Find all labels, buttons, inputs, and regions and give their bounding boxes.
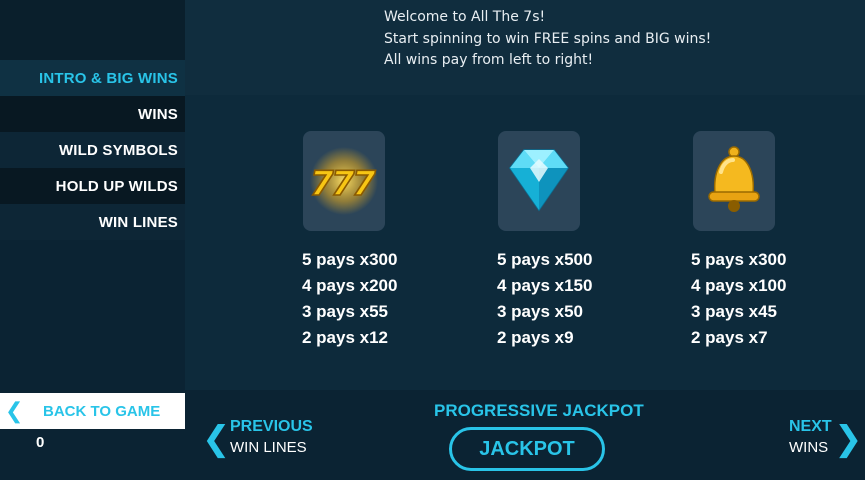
pays-line: 2 pays x7 (691, 328, 768, 347)
pays-line: 2 pays x9 (497, 328, 574, 347)
chevron-left-icon: ❮ (5, 398, 24, 423)
diamond-icon (509, 149, 569, 212)
symbol-tile-sevens: 7 7 7 (303, 131, 385, 231)
jackpot-button[interactable]: JACKPOT (449, 427, 605, 471)
previous-page-title[interactable]: PREVIOUS (230, 418, 313, 436)
pays-line: 4 pays x200 (302, 276, 398, 295)
sidebar-item-intro-big-wins[interactable]: INTRO & BIG WINS (0, 60, 185, 96)
pays-line: 3 pays x55 (302, 302, 389, 321)
pays-list-diamond: 5 pays x500 4 pays x150 3 pays x50 2 pay… (497, 247, 592, 351)
balance-value: 0 (36, 434, 45, 451)
sidebar-fill (0, 240, 185, 390)
svg-text:7: 7 (352, 164, 376, 204)
symbol-tile-diamond (498, 131, 580, 231)
pays-line: 5 pays x300 (691, 250, 787, 269)
pays-list-bell: 5 pays x300 4 pays x100 3 pays x45 2 pay… (691, 247, 786, 351)
next-chevron-icon[interactable]: ❯ (834, 419, 863, 459)
previous-chevron-icon[interactable]: ❮ (202, 419, 231, 459)
pays-line: 3 pays x50 (497, 302, 584, 321)
progressive-jackpot-title: PROGRESSIVE JACKPOT (434, 401, 644, 420)
intro-text-line-3: All wins pay from left to right! (384, 52, 594, 68)
pays-line: 5 pays x500 (497, 250, 593, 269)
sidebar-item-win-lines[interactable]: WIN LINES (0, 204, 185, 240)
next-page-title[interactable]: NEXT (789, 418, 832, 436)
pays-line: 5 pays x300 (302, 250, 398, 269)
back-to-game-button[interactable]: ❮ BACK TO GAME (0, 393, 185, 429)
triple-seven-icon: 7 7 7 (309, 147, 378, 215)
sidebar-item-hold-up-wilds[interactable]: HOLD UP WILDS (0, 168, 185, 204)
back-to-game-label: BACK TO GAME (43, 402, 161, 420)
symbol-tile-bell (693, 131, 775, 231)
sidebar-item-wins[interactable]: WINS (0, 96, 185, 132)
next-page-subtitle[interactable]: WINS (789, 439, 828, 456)
pays-line: 2 pays x12 (302, 328, 389, 347)
pays-line: 3 pays x45 (691, 302, 778, 321)
bell-icon (708, 146, 760, 212)
previous-page-subtitle[interactable]: WIN LINES (230, 439, 307, 456)
pays-list-sevens: 5 pays x300 4 pays x200 3 pays x55 2 pay… (302, 247, 397, 351)
pays-line: 4 pays x150 (497, 276, 593, 295)
sidebar-item-wild-symbols[interactable]: WILD SYMBOLS (0, 132, 185, 168)
sidebar-top (0, 0, 185, 60)
intro-text-line-2: Start spinning to win FREE spins and BIG… (384, 31, 712, 47)
intro-text-line-1: Welcome to All The 7s! (384, 9, 546, 25)
pays-line: 4 pays x100 (691, 276, 787, 295)
